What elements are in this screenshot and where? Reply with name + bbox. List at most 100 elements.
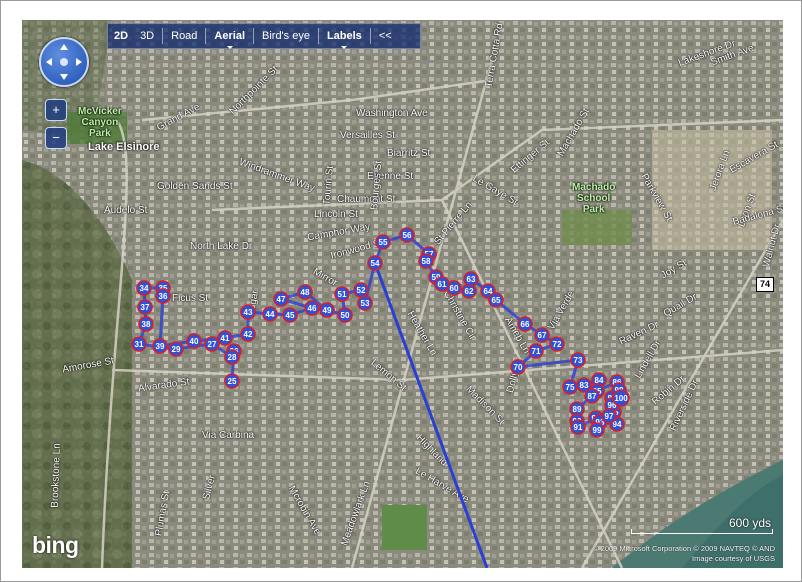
route-waypoint-marker[interactable]: 44 — [262, 306, 278, 322]
toolbar-divider — [253, 28, 254, 44]
route-waypoint-marker[interactable]: 97 — [601, 408, 617, 424]
scale-bar: 600 yds — [631, 516, 773, 534]
view-2d-button[interactable]: 2D — [108, 30, 134, 42]
aerial-map[interactable]: Grand Ave Lakeshore Dr Smith Ave Washing… — [22, 20, 783, 568]
route-waypoint-marker[interactable]: 40 — [186, 333, 202, 349]
route-waypoint-number: 63 — [467, 275, 476, 284]
route-waypoint-marker[interactable]: 66 — [517, 316, 533, 332]
route-waypoint-number: 60 — [450, 284, 459, 293]
scale-label: 600 yds — [728, 516, 771, 530]
route-waypoint-marker[interactable]: 72 — [549, 336, 565, 352]
route-waypoint-number: 70 — [514, 363, 523, 372]
route-waypoint-number: 100 — [614, 394, 628, 403]
route-waypoint-marker[interactable]: 87 — [584, 388, 600, 404]
route-waypoint-number: 41 — [221, 334, 230, 343]
route-waypoint-marker[interactable]: 43 — [240, 304, 256, 320]
route-waypoint-marker[interactable]: 63 — [463, 271, 479, 287]
route-waypoint-marker[interactable]: 71 — [528, 343, 544, 359]
route-waypoint-number: 56 — [403, 231, 412, 240]
route-waypoint-marker[interactable]: 39 — [152, 338, 168, 354]
route-waypoint-marker[interactable]: 49 — [319, 302, 335, 318]
labels-toggle[interactable]: Labels — [321, 30, 368, 49]
route-waypoint-marker[interactable]: 46 — [304, 300, 320, 316]
map-window: Grand Ave Lakeshore Dr Smith Ave Washing… — [0, 0, 802, 582]
zoom-out-button[interactable]: − — [45, 127, 67, 149]
route-waypoint-number: 71 — [532, 347, 541, 356]
route-waypoint-marker[interactable]: 54 — [367, 255, 383, 271]
zoom-in-icon: + — [52, 102, 60, 117]
route-waypoint-number: 25 — [228, 377, 237, 386]
route-waypoint-number: 48 — [301, 288, 310, 297]
view-3d-button[interactable]: 3D — [134, 30, 160, 42]
route-waypoint-marker[interactable]: 67 — [534, 327, 550, 343]
route-waypoint-number: 27 — [208, 340, 217, 349]
route-waypoint-number: 44 — [266, 310, 275, 319]
route-waypoint-number: 97 — [605, 412, 614, 421]
birds-eye-button[interactable]: Bird's eye — [256, 30, 316, 42]
route-waypoint-number: 50 — [341, 311, 350, 320]
toolbar-divider — [317, 28, 319, 44]
route-waypoint-number: 62 — [465, 287, 474, 296]
route-waypoint-marker[interactable]: 61 — [434, 276, 450, 292]
route-waypoint-number: 89 — [573, 405, 582, 414]
route-waypoint-marker[interactable]: 50 — [337, 307, 353, 323]
route-waypoint-number: 51 — [338, 290, 347, 299]
route-waypoint-marker[interactable]: 37 — [137, 299, 153, 315]
route-waypoint-marker[interactable]: 34 — [136, 280, 152, 296]
route-waypoint-number: 45 — [286, 311, 295, 320]
toolbar-divider — [205, 28, 207, 44]
route-waypoint-marker[interactable]: 36 — [155, 288, 171, 304]
route-waypoint-number: 75 — [566, 383, 575, 392]
route-waypoint-marker[interactable]: 58 — [418, 253, 434, 269]
zoom-in-button[interactable]: + — [45, 99, 67, 121]
route-waypoint-number: 43 — [244, 308, 253, 317]
aerial-view-button[interactable]: Aerial — [208, 30, 251, 49]
route-waypoint-marker[interactable]: 31 — [131, 336, 147, 352]
route-waypoint-marker[interactable]: 29 — [168, 341, 184, 357]
route-waypoint-marker[interactable]: 41 — [217, 330, 233, 346]
route-waypoint-number: 37 — [141, 303, 150, 312]
compass-arrows-icon — [46, 44, 82, 80]
route-waypoint-marker[interactable]: 91 — [570, 419, 586, 435]
route-waypoint-marker[interactable]: 99 — [589, 422, 605, 438]
route-waypoint-marker[interactable]: 48 — [297, 284, 313, 300]
route-waypoint-number: 65 — [492, 296, 501, 305]
route-waypoint-marker[interactable]: 51 — [334, 286, 350, 302]
route-waypoint-number: 38 — [142, 320, 151, 329]
route-waypoint-marker[interactable]: 42 — [240, 326, 256, 342]
copyright-text: © 2009 Microsoft Corporation © 2009 NAVT… — [593, 544, 775, 563]
route-waypoint-number: 87 — [588, 392, 597, 401]
route-waypoint-marker[interactable]: 56 — [399, 227, 415, 243]
route-waypoint-number: 31 — [135, 340, 144, 349]
route-waypoint-number: 36 — [159, 292, 168, 301]
route-waypoint-marker[interactable]: 45 — [282, 307, 298, 323]
route-waypoint-number: 29 — [172, 345, 181, 354]
route-waypoint-marker[interactable]: 25 — [224, 373, 240, 389]
route-waypoint-number: 72 — [553, 340, 562, 349]
route-waypoint-marker[interactable]: 38 — [138, 316, 154, 332]
route-waypoint-marker[interactable]: 100 — [612, 389, 630, 407]
toolbar-divider — [369, 28, 371, 44]
route-waypoint-number: 39 — [156, 342, 165, 351]
route-waypoint-number: 54 — [371, 259, 380, 268]
route-waypoint-marker[interactable]: 28 — [224, 349, 240, 365]
route-waypoint-marker[interactable]: 53 — [357, 295, 373, 311]
route-waypoint-marker[interactable]: 47 — [273, 291, 289, 307]
route-waypoint-marker[interactable]: 75 — [562, 379, 578, 395]
route-waypoint-marker[interactable]: 27 — [204, 336, 220, 352]
road-view-button[interactable]: Road — [165, 30, 203, 42]
route-waypoint-number: 66 — [521, 320, 530, 329]
collapse-toolbar-button[interactable]: << — [373, 30, 398, 42]
route-waypoint-number: 53 — [361, 299, 370, 308]
bing-logo: bing — [32, 532, 79, 558]
route-waypoint-marker[interactable]: 70 — [510, 359, 526, 375]
route-waypoint-marker[interactable]: 55 — [375, 234, 391, 250]
route-waypoint-number: 52 — [357, 286, 366, 295]
pan-compass-control[interactable] — [39, 37, 89, 87]
route-waypoint-number: 28 — [228, 353, 237, 362]
route-waypoint-number: 99 — [593, 426, 602, 435]
route-waypoint-marker[interactable]: 73 — [570, 352, 586, 368]
route-waypoint-marker[interactable]: 52 — [353, 282, 369, 298]
route-waypoint-marker[interactable]: 65 — [488, 292, 504, 308]
route-waypoint-number: 47 — [277, 295, 286, 304]
